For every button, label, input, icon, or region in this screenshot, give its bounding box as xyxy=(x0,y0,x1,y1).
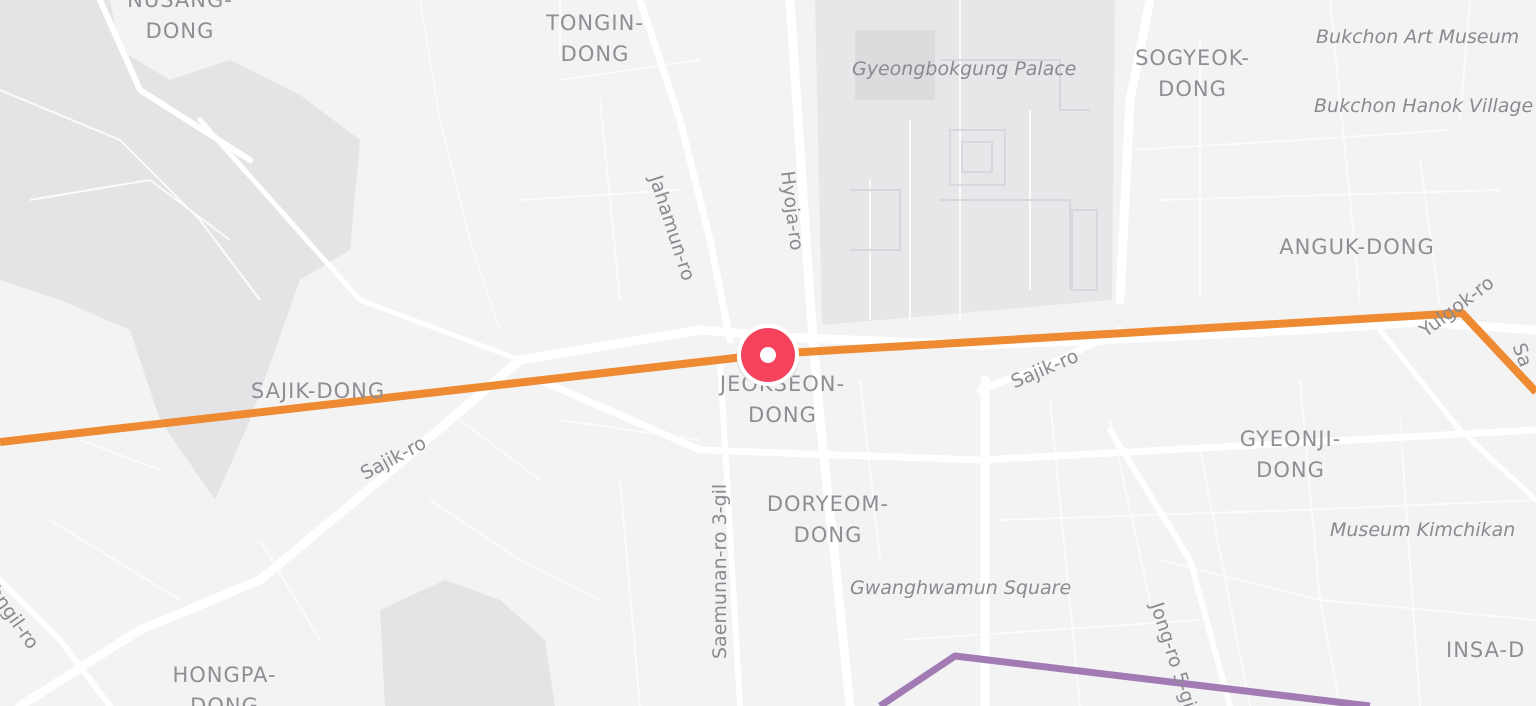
poi-label-museum-kimchikan[interactable]: Museum Kimchikan xyxy=(1330,519,1515,541)
district-label-sajik: SAJIK-DONG xyxy=(250,379,386,403)
district-label-gyeonji: GYEONJI- DONG xyxy=(1239,427,1342,482)
pin-center xyxy=(760,347,776,363)
map-view[interactable]: NUSANG- DONG TONGIN- DONG SOGYEOK- DONG ANG… xyxy=(0,0,1536,706)
district-label-anguk: ANGUK-DONG xyxy=(1279,235,1435,259)
district-label-hongpa: HONGPA- DONG xyxy=(172,663,277,706)
district-label-insa: INSA-D xyxy=(1446,638,1526,662)
poi-label-bukchon-art-museum[interactable]: Bukchon Art Museum xyxy=(1316,26,1519,48)
poi-label-bukchon-hanok-village[interactable]: Bukchon Hanok Village xyxy=(1314,95,1533,117)
location-pin-icon[interactable] xyxy=(737,324,799,386)
district-label-tongin: TONGIN- DONG xyxy=(546,11,644,66)
southwest-park-area xyxy=(380,580,555,706)
purple-route-line xyxy=(878,652,1371,706)
poi-label-gwanghwamun-square[interactable]: Gwanghwamun Square xyxy=(850,577,1071,599)
district-label-nusang: NUSANG- DONG xyxy=(127,0,233,43)
district-label-sogyeok: SOGYEOK- DONG xyxy=(1135,46,1250,101)
road-label-saemunan-ro-3-gil: Saemunan-ro 3-gil xyxy=(709,483,731,659)
poi-label-gyeongbokgung[interactable]: Gyeongbokgung Palace xyxy=(852,58,1076,80)
district-label-doryeom: DORYEOM- DONG xyxy=(766,492,890,547)
